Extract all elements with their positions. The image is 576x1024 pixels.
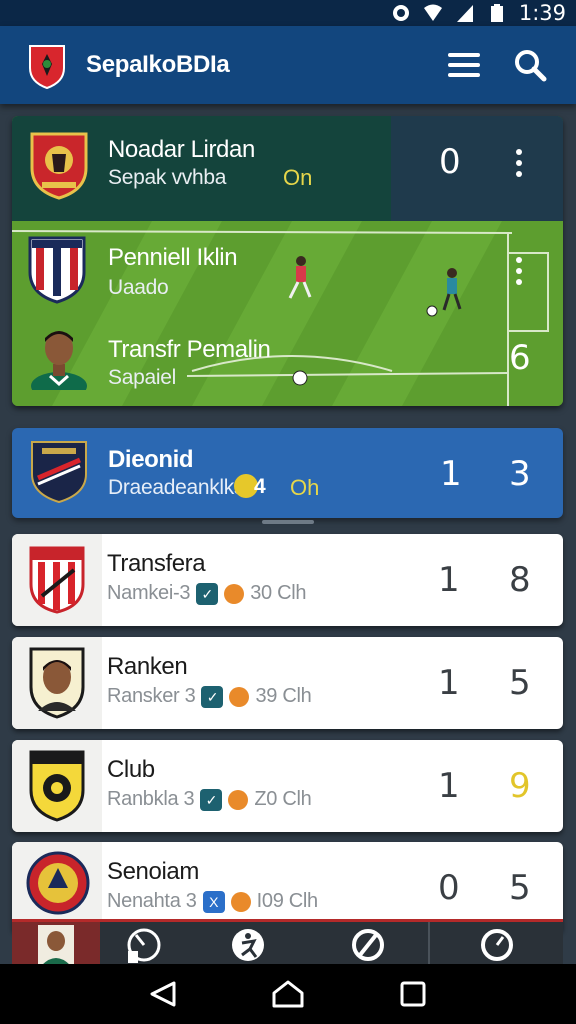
team-crest-icon <box>30 132 88 200</box>
ball-icon <box>224 583 245 604</box>
list-score-2: 5 <box>509 868 531 908</box>
tab-timer[interactable] <box>428 922 563 967</box>
recents-icon <box>400 981 426 1007</box>
list-item-count: I09 Clh <box>256 890 319 912</box>
signal-icon <box>456 5 473 22</box>
app-title: SepaIkoBDIa <box>86 51 230 78</box>
list-item-name: Club <box>107 756 155 783</box>
highlight-score-2: 3 <box>509 454 531 494</box>
crest-area <box>12 534 102 626</box>
ball-icon <box>230 891 251 912</box>
list-item-name: Senoiam <box>107 858 199 885</box>
list-item[interactable]: Ranken Ransker 3 ✓ 39 Clh 1 5 <box>12 637 563 729</box>
featured-score-panel <box>391 116 563 221</box>
status-bar: 1:39 <box>0 0 576 26</box>
home-icon <box>272 980 304 1008</box>
menu-button[interactable] <box>444 45 484 85</box>
list-score-2: 9 <box>509 766 531 806</box>
list-item-sub: Nenahta 3 X I09 Clh <box>107 890 318 913</box>
system-nav-bar <box>0 964 576 1024</box>
highlight-team-name: Dieonid <box>108 446 194 473</box>
list-item-subtitle: Ranbkla 3 <box>107 788 195 810</box>
list-item-name: Ranken <box>107 653 188 680</box>
bottom-team-sub: Sapaiel <box>108 366 176 389</box>
list-score-1: 1 <box>438 663 460 703</box>
player-avatar <box>29 647 85 719</box>
list-item-name: Transfera <box>107 550 206 577</box>
team-crest-icon <box>29 546 85 614</box>
ball-icon <box>228 789 249 810</box>
player-avatar <box>31 331 87 390</box>
team-crest-icon <box>28 236 86 304</box>
check-icon: ✓ <box>201 685 224 708</box>
list-item-sub: Ransker 3 ✓ 39 Clh <box>107 685 312 708</box>
app-logo-icon <box>29 45 65 90</box>
match-team-name: Penniell Iklin <box>108 244 238 271</box>
close-icon: X <box>202 890 225 913</box>
highlight-score-1: 1 <box>440 454 462 494</box>
list-score-2: 5 <box>509 663 531 703</box>
home-button[interactable] <box>268 974 308 1014</box>
status-time: 1:39 <box>518 1 566 25</box>
bottom-team-name: Transfr Pemalin <box>108 336 271 363</box>
crest-area <box>12 740 102 832</box>
team-crest-icon <box>29 750 85 822</box>
list-score-1: 1 <box>438 766 460 806</box>
list-score-1: 1 <box>438 560 460 600</box>
list-score-2: 8 <box>509 560 531 600</box>
featured-team-name: Noadar Lirdan <box>108 136 255 163</box>
search-icon <box>515 50 547 82</box>
soccer-player-icon <box>232 928 264 961</box>
match-team-sub: Uaado <box>108 276 169 299</box>
list-item-count: Z0 Clh <box>254 788 312 810</box>
compass-icon <box>352 928 384 961</box>
notification-icon <box>392 5 409 21</box>
list-item-count: 30 Clh <box>250 582 307 604</box>
wifi-icon <box>423 4 442 21</box>
list-item-sub: Namkei-3 ✓ 30 Clh <box>107 582 307 605</box>
check-icon: ✓ <box>196 582 219 605</box>
tab-players[interactable] <box>188 922 308 967</box>
drag-handle[interactable] <box>262 520 314 524</box>
pitch-image <box>12 221 563 406</box>
search-button[interactable] <box>510 45 550 85</box>
highlight-team-sub: Draeadeanklks <box>108 476 245 499</box>
team-crest-icon <box>26 851 90 915</box>
check-icon: ✓ <box>200 788 223 811</box>
highlight-status: Oh <box>290 475 320 500</box>
back-icon <box>150 981 176 1007</box>
back-button[interactable] <box>143 974 183 1014</box>
featured-bottom-score: 6 <box>509 338 531 378</box>
more-vert-icon[interactable] <box>515 256 523 286</box>
app-bar: SepaIkoBDIa <box>0 26 576 104</box>
recents-button[interactable] <box>393 974 433 1014</box>
tab-profile[interactable] <box>12 922 100 967</box>
highlight-mark: 4 <box>254 475 266 498</box>
featured-status: On <box>283 165 313 190</box>
ball-icon <box>229 686 250 707</box>
battery-icon <box>490 4 503 22</box>
tab-stats[interactable] <box>100 922 188 967</box>
crest-area <box>12 637 102 729</box>
stats-icon <box>127 928 161 963</box>
hamburger-icon <box>448 53 480 77</box>
list-item[interactable]: Transfera Namkei-3 ✓ 30 Clh 1 8 <box>12 534 563 626</box>
team-crest-icon <box>31 441 87 504</box>
match-card-highlight[interactable]: Dieonid Draeadeanklks 4 Oh 1 3 <box>12 428 563 518</box>
featured-top-score: 0 <box>439 142 461 182</box>
timer-icon <box>480 928 513 961</box>
list-item-subtitle: Nenahta 3 <box>107 890 197 912</box>
list-item-subtitle: Namkei-3 <box>107 582 191 604</box>
list-item-subtitle: Ransker 3 <box>107 685 196 707</box>
featured-match-card[interactable]: Noadar Lirdan Sepak vvhba On 0 Penniell … <box>12 116 563 406</box>
list-score-1: 0 <box>438 868 460 908</box>
bottom-tab-bar <box>12 919 563 967</box>
featured-team-sub: Sepak vvhba <box>108 166 227 189</box>
list-item-count: 39 Clh <box>255 685 312 707</box>
list-item-sub: Ranbkla 3 ✓ Z0 Clh <box>107 788 312 811</box>
tab-explore[interactable] <box>308 922 428 967</box>
list-item[interactable]: Club Ranbkla 3 ✓ Z0 Clh 1 9 <box>12 740 563 832</box>
player-avatar <box>38 924 74 965</box>
more-vert-icon[interactable] <box>515 148 523 178</box>
